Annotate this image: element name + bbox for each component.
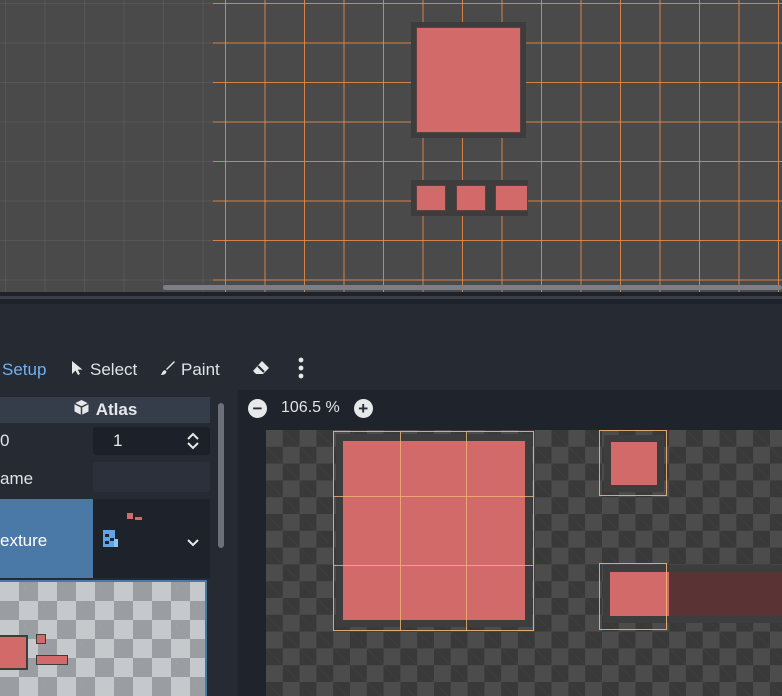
canvas-viewport[interactable] xyxy=(0,0,782,292)
name-label: ame xyxy=(0,469,34,488)
grid-line-h1 xyxy=(333,496,534,497)
texture-picker[interactable] xyxy=(93,499,210,578)
select-label: Select xyxy=(90,360,138,379)
inspector-scrollbar[interactable] xyxy=(218,403,224,548)
atlas-tile-strip-outline xyxy=(599,563,667,630)
atlas-section-header[interactable]: Atlas xyxy=(0,397,210,423)
tab-select[interactable]: Select xyxy=(71,360,137,380)
texture-label: exture xyxy=(0,531,48,550)
atlas-tile-strip-unselected[interactable] xyxy=(669,565,782,623)
tile-large xyxy=(411,22,526,138)
preview-tile-large xyxy=(0,635,28,670)
tab-paint[interactable]: Paint xyxy=(160,360,220,380)
cube-icon xyxy=(73,399,90,421)
zoom-out-button[interactable]: − xyxy=(248,398,267,418)
texture-file-icon xyxy=(102,529,119,553)
grid-line-v1 xyxy=(400,431,401,631)
grid-line-v2 xyxy=(466,431,467,631)
preview-tile-strip xyxy=(36,655,68,665)
chevron-down-icon[interactable] xyxy=(187,534,199,552)
texture-property-row[interactable]: exture xyxy=(0,499,93,578)
paint-label: Paint xyxy=(181,360,220,379)
eraser-icon xyxy=(252,360,270,381)
atlas-texture-canvas[interactable] xyxy=(266,430,782,696)
more-options-button[interactable] xyxy=(296,357,306,380)
setup-label: Setup xyxy=(2,360,47,379)
tile-small-1 xyxy=(411,180,451,216)
id-spinbox[interactable]: 1 xyxy=(93,427,210,455)
id-label: 0 xyxy=(0,431,10,450)
zoom-controls: − 106.5 % + xyxy=(248,397,373,419)
texture-thumbnail xyxy=(127,513,143,521)
tile-small-2 xyxy=(451,180,491,216)
eraser-button[interactable] xyxy=(252,360,270,380)
cursor-icon xyxy=(71,360,85,381)
splitter-line xyxy=(0,296,782,299)
grid-line-h2 xyxy=(333,565,534,566)
viewport-background-grid xyxy=(0,0,213,292)
kebab-menu-icon xyxy=(296,357,306,384)
zoom-level: 106.5 % xyxy=(281,399,340,416)
horizontal-scrollbar[interactable] xyxy=(163,285,782,290)
zoom-in-button[interactable]: + xyxy=(353,398,373,418)
updown-arrows-icon[interactable] xyxy=(186,432,200,455)
texture-preview xyxy=(0,580,207,696)
atlas-tile-large-outline xyxy=(333,431,534,631)
brush-icon xyxy=(160,360,176,381)
tab-setup[interactable]: Setup xyxy=(2,360,46,380)
atlas-tile-small-outline xyxy=(599,430,667,496)
id-value: 1 xyxy=(113,431,123,450)
name-field[interactable] xyxy=(93,462,210,492)
atlas-header-label: Atlas xyxy=(95,400,138,419)
preview-tile-small xyxy=(36,634,46,644)
tile-small-3 xyxy=(490,180,528,216)
